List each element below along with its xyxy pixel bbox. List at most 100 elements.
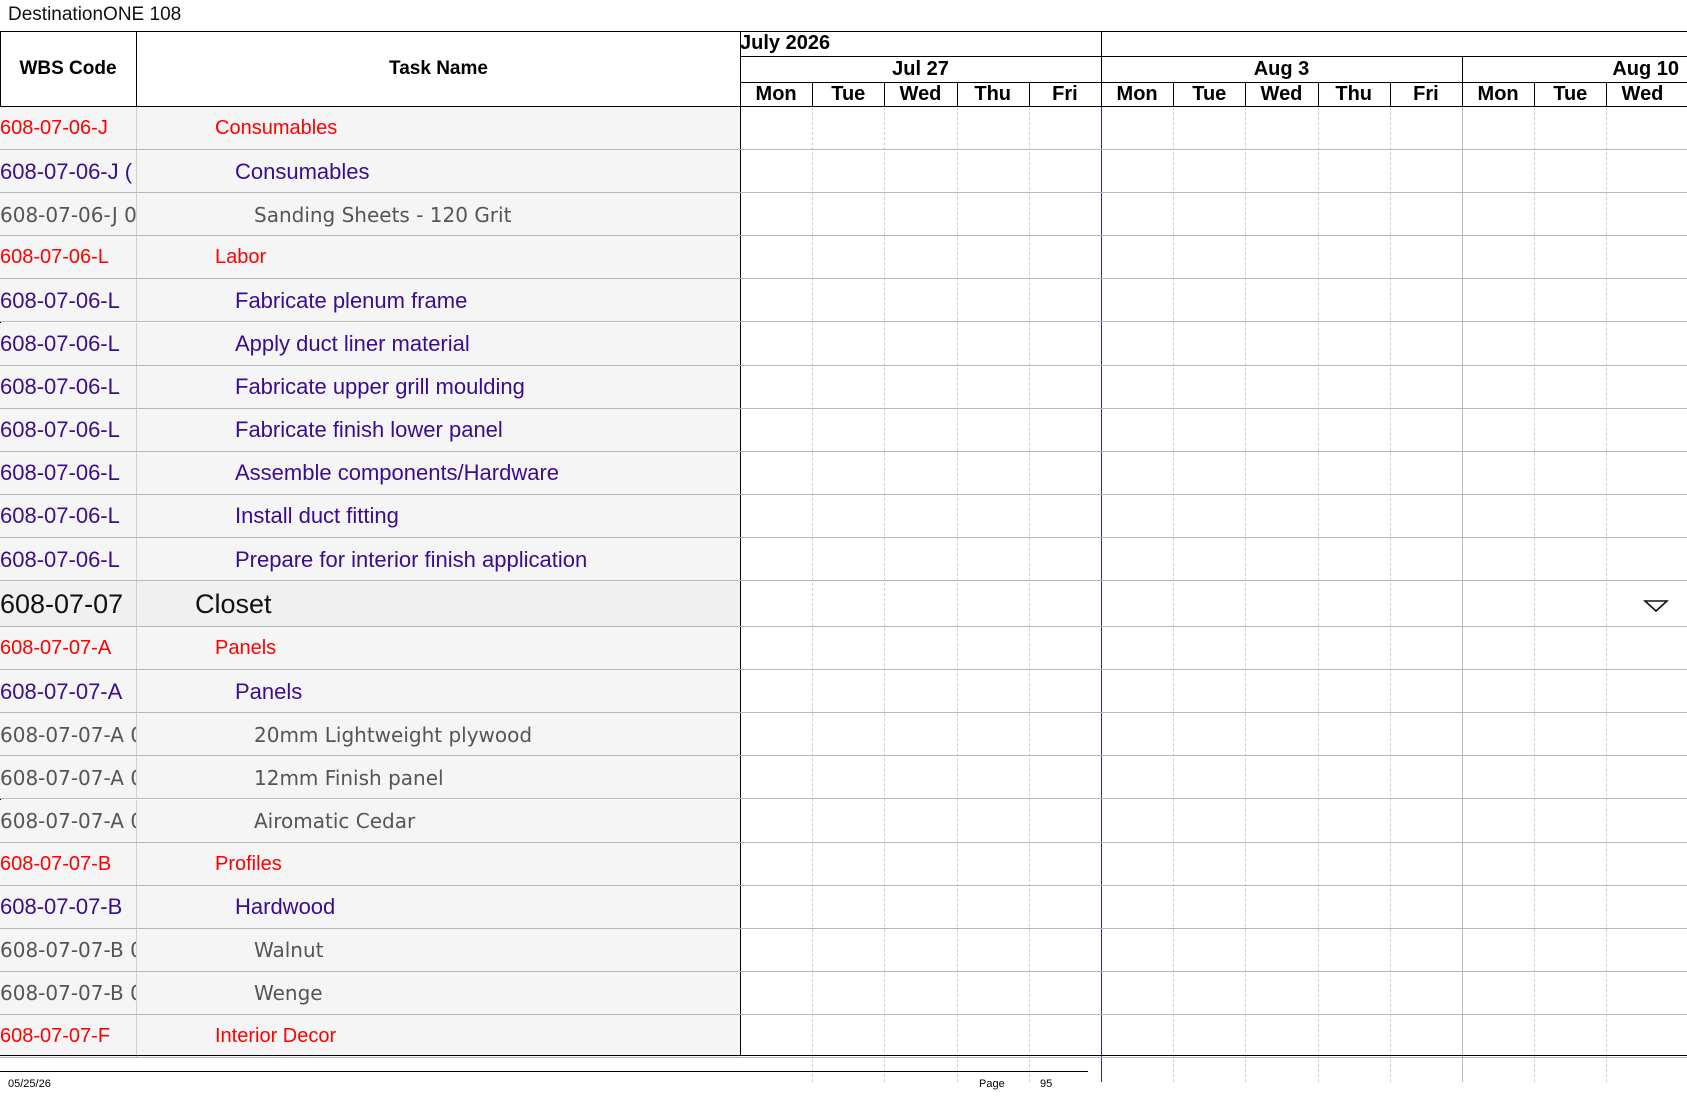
task-name-column: 12mm Finish panel <box>137 756 740 800</box>
week-label: Aug 10 <box>1612 58 1679 80</box>
task-name-cell[interactable]: Labor <box>137 246 266 269</box>
task-name-column: Interior Decor <box>137 1015 740 1059</box>
day-label: Mon <box>1477 83 1519 105</box>
wbs-code-cell[interactable]: 608-07-07-A 0 <box>0 713 136 757</box>
task-name-column: Airomatic Cedar <box>137 799 740 843</box>
task-name-cell[interactable]: Consumables <box>137 159 370 185</box>
sheet-bottom-border <box>0 1055 1687 1056</box>
task-name-cell[interactable]: Closet <box>137 589 272 620</box>
task-name-cell[interactable]: 12mm Finish panel <box>137 766 444 790</box>
task-name-cell[interactable]: Sanding Sheets - 120 Grit <box>137 203 511 227</box>
wbs-code-cell[interactable]: 608-07-06-L <box>0 494 136 538</box>
task-name-column: Consumables <box>137 107 740 151</box>
task-name-column: Consumables <box>137 150 740 194</box>
summary-triangle-icon <box>1643 600 1669 613</box>
table-row[interactable]: 608-07-07-A 0 12mm Finish panel <box>0 756 1687 800</box>
wbs-code-cell[interactable]: 608-07-07-B <box>0 885 136 929</box>
day-label: Tue <box>1192 83 1227 105</box>
table-row[interactable]: 608-07-07-B 0 Walnut <box>0 928 1687 972</box>
task-name-header[interactable]: Task Name <box>137 31 740 106</box>
wbs-code-cell[interactable]: 608-07-06-L <box>0 451 136 495</box>
wbs-code-cell[interactable]: 608-07-06-J ( <box>0 150 136 194</box>
row-separator <box>0 1057 1687 1059</box>
table-row[interactable]: 608-07-07-A 0 Airomatic Cedar <box>0 799 1687 843</box>
table-row[interactable]: 608-07-06-J 01 Sanding Sheets - 120 Grit <box>0 193 1687 237</box>
wbs-code-cell[interactable]: 608-07-07-B 0 <box>0 971 136 1015</box>
task-name-column: Labor <box>137 236 740 280</box>
wbs-code-cell[interactable]: 608-07-07-A 0 <box>0 756 136 800</box>
task-name-cell[interactable]: Profiles <box>137 853 282 876</box>
task-name-cell[interactable]: Wenge <box>137 981 323 1005</box>
task-name-column: Fabricate upper grill moulding <box>137 365 740 409</box>
task-name-column: Prepare for interior finish application <box>137 538 740 582</box>
day-divider <box>1101 82 1102 107</box>
task-name-cell[interactable]: Hardwood <box>137 894 335 920</box>
wbs-code-cell[interactable]: 608-07-06-J <box>0 107 136 151</box>
task-name-cell[interactable]: Fabricate plenum frame <box>137 288 467 314</box>
footer-page-number: 95 <box>1040 1078 1053 1090</box>
task-name-cell[interactable]: Prepare for interior finish application <box>137 547 587 573</box>
table-row[interactable]: 608-07-06-J Consumables <box>0 107 1687 151</box>
wbs-code-cell[interactable]: 608-07-06-J 01 <box>0 193 136 237</box>
table-row[interactable]: 608-07-07-F Interior Decor <box>0 1015 1687 1059</box>
table-row[interactable]: 608-07-07-B Hardwood <box>0 885 1687 929</box>
task-name-cell[interactable]: Interior Decor <box>137 1025 336 1048</box>
task-name-cell[interactable]: Install duct fitting <box>137 503 399 529</box>
table-row[interactable]: 608-07-06-L Fabricate finish lower panel <box>0 408 1687 452</box>
day-divider <box>1534 82 1536 107</box>
wbs-code-header[interactable]: WBS Code <box>0 31 136 106</box>
task-name-cell[interactable]: Panels <box>137 679 302 705</box>
table-row[interactable]: 608-07-06-L Fabricate plenum frame <box>0 279 1687 323</box>
wbs-code-cell[interactable]: 608-07-06-L <box>0 279 136 323</box>
wbs-code-cell[interactable]: 608-07-06-L <box>0 408 136 452</box>
task-name-column: Install duct fitting <box>137 494 740 538</box>
task-name-cell[interactable]: Walnut <box>137 938 324 962</box>
task-name-cell[interactable]: Consumables <box>137 117 337 140</box>
table-row[interactable]: 608-07-06-L Labor <box>0 236 1687 280</box>
footer-page-label: Page <box>979 1078 1005 1090</box>
day-label: Mon <box>755 83 797 105</box>
footer-rule <box>0 1071 1088 1072</box>
table-row[interactable]: 608-07-07-A 0 20mm Lightweight plywood <box>0 713 1687 757</box>
day-label: Thu <box>1335 83 1373 105</box>
table-row[interactable]: 608-07-06-L Prepare for interior finish a… <box>0 538 1687 582</box>
task-name-cell[interactable]: Panels <box>137 637 276 660</box>
task-name-cell[interactable]: Fabricate upper grill moulding <box>137 374 525 400</box>
footer-date: 05/25/26 <box>8 1078 51 1090</box>
wbs-code-cell[interactable]: 608-07-06-L <box>0 322 136 366</box>
day-divider <box>956 82 958 107</box>
day-label: Wed <box>899 83 942 105</box>
day-divider <box>1317 82 1319 107</box>
day-divider <box>1389 82 1391 107</box>
table-row[interactable]: 608-07-07-B Profiles <box>0 842 1687 886</box>
wbs-code-cell[interactable]: 608-07-06-L <box>0 538 136 582</box>
table-row[interactable]: 608-07-07-A Panels <box>0 670 1687 714</box>
day-label: Tue <box>831 83 866 105</box>
task-name-cell[interactable]: Fabricate finish lower panel <box>137 417 503 443</box>
day-divider <box>1028 82 1030 107</box>
wbs-code-cell[interactable]: 608-07-07-A <box>0 627 136 671</box>
wbs-code-cell[interactable]: 608-07-07-A <box>0 670 136 714</box>
table-row[interactable]: 608-07-06-L Assemble components/Hardware <box>0 451 1687 495</box>
day-divider <box>1462 82 1463 107</box>
task-name-column: Profiles <box>137 842 740 886</box>
table-row[interactable]: 608-07-06-L Apply duct liner material <box>0 322 1687 366</box>
task-name-cell[interactable]: Apply duct liner material <box>137 331 470 357</box>
table-row[interactable]: 608-07-06-L Install duct fitting <box>0 494 1687 538</box>
task-name-cell[interactable]: 20mm Lightweight plywood <box>137 723 532 747</box>
wbs-code-cell[interactable]: 608-07-06-L <box>0 236 136 280</box>
table-row[interactable]: 608-07-07-A Panels <box>0 627 1687 671</box>
table-row[interactable]: 608-07-06-L Fabricate upper grill mouldin… <box>0 365 1687 409</box>
task-name-cell[interactable]: Airomatic Cedar <box>137 809 415 833</box>
wbs-code-cell[interactable]: 608-07-06-L <box>0 365 136 409</box>
wbs-code-cell[interactable]: 608-07-07-B <box>0 842 136 886</box>
wbs-code-cell[interactable]: 608-07-07 <box>0 581 136 628</box>
summary-row[interactable]: 608-07-07 Closet <box>0 581 1687 628</box>
wbs-code-cell[interactable]: 608-07-07-A 0 <box>0 799 136 843</box>
table-row[interactable]: 608-07-07-B 0 Wenge <box>0 971 1687 1015</box>
table-row[interactable]: 608-07-06-J (Consumables <box>0 150 1687 194</box>
wbs-code-cell[interactable]: 608-07-07-B 0 <box>0 928 136 972</box>
wbs-code-cell[interactable]: 608-07-07-F <box>0 1015 136 1059</box>
task-name-cell[interactable]: Assemble components/Hardware <box>137 460 559 486</box>
day-label: Wed <box>1621 83 1664 105</box>
